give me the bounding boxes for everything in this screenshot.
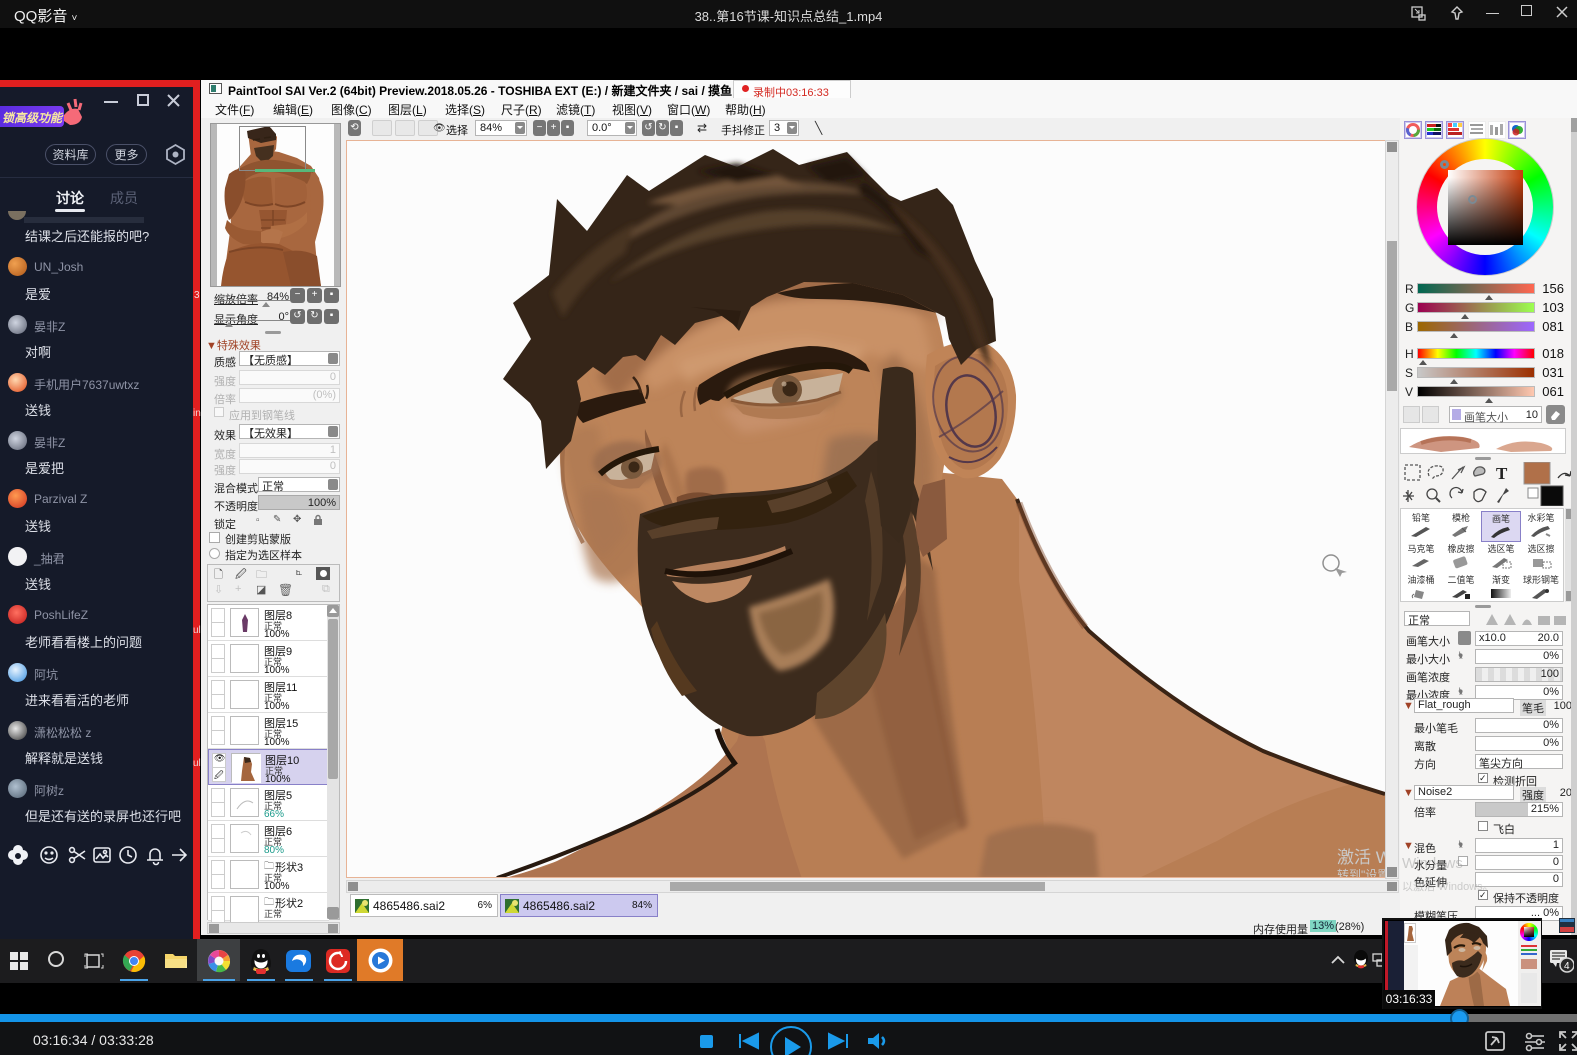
svg-text:4: 4 [1564,961,1570,972]
svg-text:T: T [1496,464,1508,483]
